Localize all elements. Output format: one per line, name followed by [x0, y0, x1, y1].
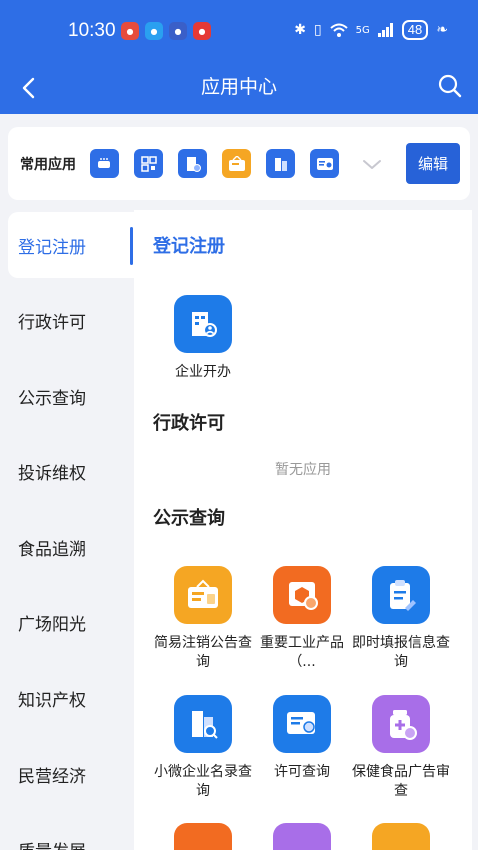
app-label: 小微企业名录查询	[154, 764, 252, 799]
status-time: 10:30	[68, 20, 116, 41]
sidebar-item-private-economy[interactable]: 民营经济	[0, 741, 134, 807]
building-person-icon	[174, 295, 232, 353]
wifi-icon	[330, 23, 348, 37]
app-tile[interactable]	[252, 823, 352, 850]
category-sidebar: 登记注册 行政许可 公示查询 投诉维权 食品追溯 广场阳光 知识产权 民营经济 …	[0, 210, 134, 850]
app-label: 保健食品广告审查	[352, 764, 450, 799]
sidebar-item-sunshine[interactable]: 广场阳光	[0, 589, 134, 655]
search-button[interactable]	[436, 72, 464, 100]
charging-icon: ❧	[436, 22, 448, 38]
section-title-registration: 登记注册	[153, 236, 225, 257]
app-tile[interactable]	[351, 823, 451, 850]
edit-button[interactable]: 编辑	[406, 143, 460, 184]
fav-qr-code-icon[interactable]	[134, 149, 163, 178]
status-bar: 10:30 ● ● ● ● ✱ ▯ 5G 48 ❧	[0, 0, 478, 62]
message-notification-icon: ●	[145, 22, 163, 40]
fav-license-card-icon[interactable]	[310, 149, 339, 178]
fav-cup-icon[interactable]	[90, 149, 119, 178]
sidebar-item-quality[interactable]: 质量发展	[0, 816, 134, 850]
signal-icon	[377, 23, 393, 37]
app-icon	[273, 823, 331, 850]
app-label: 许可查询	[274, 764, 330, 780]
app-tile[interactable]	[153, 823, 253, 850]
empty-section-note: 暂无应用	[275, 462, 331, 478]
app-label: 企业开办	[175, 364, 231, 380]
fav-notice-board-icon[interactable]	[222, 149, 251, 178]
title-bar: 应用中心	[0, 62, 478, 114]
favorites-icon-list	[90, 149, 339, 178]
fav-building-person-icon[interactable]	[178, 149, 207, 178]
health-food-icon	[372, 695, 430, 753]
app-tile[interactable]: 企业开办	[153, 295, 253, 382]
vibrate-icon: ▯	[313, 22, 322, 38]
app-tile[interactable]: 小微企业名录查询	[153, 695, 253, 801]
sidebar-item-ip[interactable]: 知识产权	[0, 665, 134, 731]
app-tile[interactable]: 重要工业产品（...	[252, 566, 352, 672]
browser-notification-icon: ●	[169, 22, 187, 40]
sidebar-item-public-query[interactable]: 公示查询	[0, 363, 134, 429]
news-notification-icon: ●	[193, 22, 211, 40]
clipboard-edit-icon	[372, 566, 430, 624]
chevron-down-icon	[363, 160, 381, 169]
bluetooth-icon: ✱	[294, 22, 306, 38]
app-tile[interactable]: 即时填报信息查询	[351, 566, 451, 672]
sidebar-item-admin-permit[interactable]: 行政许可	[0, 287, 134, 353]
active-section-indicator	[130, 227, 133, 265]
sidebar-item-complaint[interactable]: 投诉维权	[0, 438, 134, 504]
notification-icons: ● ● ● ●	[121, 22, 211, 40]
app-tile[interactable]: 简易注销公告查询	[153, 566, 253, 672]
status-indicators: ✱ ▯ 5G 48 ❧	[294, 20, 448, 40]
sidebar-item-registration[interactable]: 登记注册	[8, 212, 134, 278]
expand-favorites-button[interactable]	[361, 153, 383, 175]
building-search-icon	[174, 695, 232, 753]
app-icon	[174, 823, 232, 850]
app-notification-icon: ●	[121, 22, 139, 40]
section-title-public-query: 公示查询	[153, 508, 225, 529]
section-title-admin-permit: 行政许可	[153, 413, 225, 434]
favorites-label: 常用应用	[20, 157, 76, 173]
search-icon	[438, 74, 462, 98]
app-icon	[372, 823, 430, 850]
battery-indicator: 48	[401, 20, 429, 40]
app-label: 简易注销公告查询	[154, 635, 252, 670]
app-label: 即时填报信息查询	[352, 635, 450, 670]
network-type: 5G	[355, 24, 370, 36]
fav-building-icon[interactable]	[266, 149, 295, 178]
notice-board-icon	[174, 566, 232, 624]
product-box-icon	[273, 566, 331, 624]
sidebar-item-food-trace[interactable]: 食品追溯	[0, 514, 134, 580]
page-title: 应用中心	[200, 76, 277, 98]
app-label: 重要工业产品（...	[260, 635, 344, 670]
license-card-icon	[273, 695, 331, 753]
app-tile[interactable]: 许可查询	[252, 695, 352, 782]
favorites-bar: 常用应用 编辑	[8, 127, 470, 200]
app-content-panel: 登记注册 企业开办 行政许可 暂无应用 公示查询 简易注销公告查询 重要工业产品…	[130, 210, 472, 850]
app-tile[interactable]: 保健食品广告审查	[351, 695, 451, 801]
